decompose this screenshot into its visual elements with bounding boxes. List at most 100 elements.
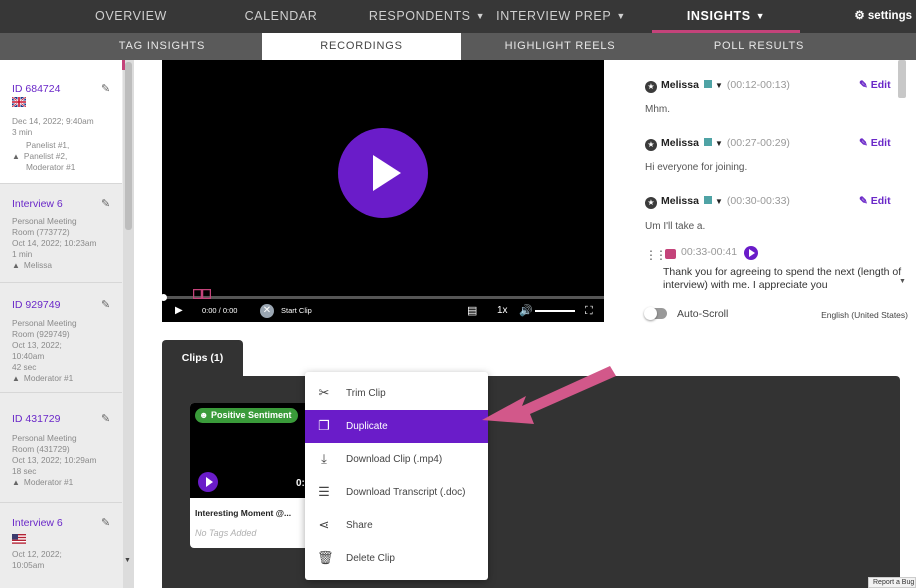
download-icon: ⤓ [321, 451, 327, 466]
trash-icon: 🗑 [317, 550, 334, 565]
pencil-icon[interactable]: ✎ [101, 516, 110, 529]
tab-tag-insights[interactable]: TAG INSIGHTS [62, 33, 262, 60]
interview-room: Room (773772) [12, 227, 70, 237]
interview-date: Oct 13, 2022; [12, 340, 62, 350]
tab-label: HIGHLIGHT REELS [504, 40, 616, 52]
tab-label: POLL RESULTS [713, 40, 805, 52]
interview-item[interactable]: Interview 6 ✎ Oct 12, 2022; 10:05am [0, 503, 122, 588]
speaker-name: Melissa [661, 195, 699, 207]
settings-button[interactable]: ⚙ settings [854, 0, 912, 33]
nav-label: CALENDAR [244, 9, 318, 23]
clip-time: 00:33-00:41 [681, 246, 738, 258]
menu-item-download-clip[interactable]: ⤓ Download Clip (.mp4) [305, 443, 488, 476]
menu-item-share[interactable]: ⋖ Share [305, 509, 488, 542]
speaker-color-swatch[interactable] [703, 80, 712, 88]
interview-room: Personal Meeting [12, 216, 77, 226]
edit-button[interactable]: ✎ Edit [859, 137, 891, 149]
transcript-scroll-thumb[interactable] [898, 60, 906, 98]
chevron-down-icon: ▼ [755, 11, 766, 21]
chevron-down-icon[interactable]: ▼ [715, 139, 723, 148]
interview-date: Oct 14, 2022; 10:23am [12, 238, 97, 248]
interview-room: Room (431729) [12, 444, 70, 454]
entry-text: Mhm. [645, 104, 670, 115]
pencil-icon: ✎ [859, 79, 868, 91]
person-icon: ▲ [12, 374, 20, 383]
volume-slider[interactable] [535, 310, 575, 312]
nav-respondents[interactable]: RESPONDENTS ▼ [368, 0, 486, 33]
sentiment-badge: ☻ Positive Sentiment [195, 408, 298, 423]
nav-label: INSIGHTS [686, 9, 751, 23]
pencil-icon[interactable]: ✎ [101, 197, 110, 210]
interview-title: ID 684724 [12, 83, 61, 95]
chevron-down-icon[interactable]: ▼ [715, 197, 723, 206]
play-icon[interactable] [338, 128, 428, 218]
menu-item-delete-clip[interactable]: 🗑 Delete Clip [305, 542, 488, 575]
auto-scroll-toggle[interactable] [644, 307, 667, 320]
menu-item-download-transcript[interactable]: ☰ Download Transcript (.doc) [305, 476, 488, 509]
interview-room: Personal Meeting [12, 433, 77, 443]
pencil-icon[interactable]: ✎ [101, 412, 110, 425]
video-progress-bar[interactable] [162, 296, 604, 299]
clip-duration: 0: [296, 478, 305, 489]
nav-calendar[interactable]: CALENDAR [236, 0, 326, 33]
scroll-down-icon[interactable]: ▼ [899, 278, 906, 285]
sidebar-scroll-thumb[interactable] [125, 62, 132, 230]
volume-icon[interactable]: 🔊 [519, 300, 533, 322]
report-bug-button[interactable]: Report a Bug [868, 577, 916, 588]
pencil-icon[interactable]: ✎ [101, 82, 110, 95]
start-clip-button[interactable]: Start Clip [281, 300, 312, 322]
interview-title: ID 929749 [12, 299, 61, 311]
nav-insights[interactable]: INSIGHTS ▼ [652, 0, 800, 33]
chevron-down-icon: ▼ [616, 11, 626, 21]
play-icon[interactable]: ▶ [175, 300, 183, 322]
clip-icon [665, 249, 676, 259]
clip-tags: No Tags Added [195, 528, 257, 538]
nav-label: RESPONDENTS [368, 9, 471, 23]
entry-text: Um I'll take a. [645, 221, 706, 232]
speaker-name: Melissa [661, 79, 699, 91]
scroll-down-icon[interactable]: ▼ [124, 557, 131, 564]
interview-item[interactable]: ID 431729 ✎ Personal Meeting Room (43172… [0, 393, 122, 503]
menu-label: Share [346, 520, 373, 531]
speaker-color-swatch[interactable] [703, 196, 712, 204]
fullscreen-icon[interactable]: ⛶ [585, 300, 593, 322]
captions-icon[interactable]: ▤ [467, 300, 477, 322]
drag-handle-icon[interactable]: ⋮⋮ [645, 248, 667, 262]
entry-time: (00:12-00:13) [726, 79, 790, 91]
pencil-icon: ✎ [859, 195, 868, 207]
edit-button[interactable]: ✎ Edit [859, 195, 891, 207]
tab-recordings[interactable]: RECORDINGS [262, 33, 461, 60]
nav-interview-prep[interactable]: INTERVIEW PREP ▼ [482, 0, 640, 33]
interview-time: 10:40am [12, 351, 45, 361]
play-icon[interactable] [744, 246, 758, 260]
start-clip-icon[interactable]: ✕ [260, 304, 274, 318]
interview-item[interactable]: Interview 6 ✎ Personal Meeting Room (773… [0, 184, 122, 283]
menu-label: Duplicate [346, 421, 388, 432]
nav-overview[interactable]: OVERVIEW [88, 0, 174, 33]
edit-label: Edit [870, 195, 891, 207]
interview-duration: 18 sec [12, 466, 37, 476]
clip-card[interactable]: ☻ Positive Sentiment 0: Interesting Mome… [190, 403, 315, 548]
pencil-icon[interactable]: ✎ [101, 298, 110, 311]
edit-button[interactable]: ✎ Edit [859, 79, 891, 91]
playback-speed[interactable]: 1x [497, 300, 508, 322]
tab-poll-results[interactable]: POLL RESULTS [659, 33, 859, 60]
chevron-down-icon[interactable]: ▼ [715, 81, 723, 90]
video-player[interactable]: ▶ 0:00 / 0:00 ✕ Start Clip ▤ 1x 🔊 ⛶ [160, 60, 604, 322]
settings-label: settings [867, 10, 912, 22]
nav-label: INTERVIEW PREP [496, 9, 612, 23]
participant: Moderator #1 [23, 477, 74, 487]
interview-item[interactable]: ID 684724 ✎ Dec 14, 2022; 9:40am 3 min P… [0, 60, 122, 184]
tab-highlight-reels[interactable]: HIGHLIGHT REELS [461, 33, 659, 60]
star-icon: ★ [645, 139, 657, 151]
top-nav: OVERVIEW CALENDAR RESPONDENTS ▼ INTERVIEW… [0, 0, 916, 33]
tab-clips[interactable]: Clips (1) [162, 340, 243, 376]
selection-indicator [122, 60, 125, 70]
interview-item[interactable]: ID 929749 ✎ Personal Meeting Room (92974… [0, 283, 122, 393]
menu-label: Download Transcript (.doc) [346, 487, 466, 498]
interview-date: Oct 13, 2022; 10:29am [12, 455, 97, 465]
speaker-color-swatch[interactable] [703, 138, 712, 146]
interview-duration: 42 sec [12, 362, 37, 372]
play-icon[interactable] [198, 472, 218, 492]
annotation-arrow-icon [482, 366, 616, 424]
